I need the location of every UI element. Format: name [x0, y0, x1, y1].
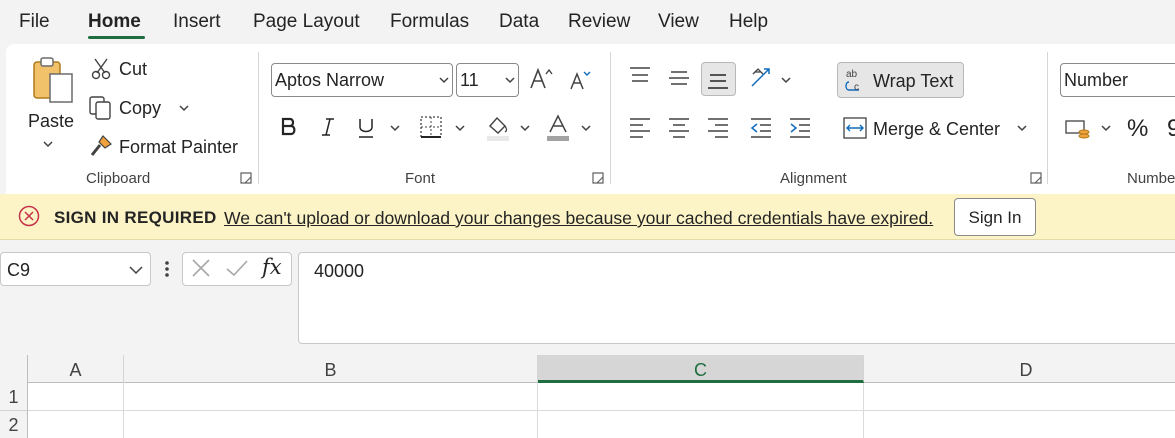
column-header-d[interactable]: D	[864, 355, 1175, 383]
font-family-select[interactable]: Aptos Narrow	[271, 63, 453, 97]
format-painter-button[interactable]: Format Painter	[119, 137, 238, 158]
italic-icon[interactable]	[320, 117, 336, 137]
decrease-font-size-icon[interactable]	[569, 68, 593, 92]
name-box-value: C9	[7, 260, 31, 280]
tab-home[interactable]: Home	[88, 11, 141, 33]
align-right-icon[interactable]	[706, 117, 730, 139]
merge-center-button[interactable]: Merge & Center	[873, 119, 1000, 140]
formula-value: 40000	[314, 261, 365, 281]
tab-help[interactable]: Help	[729, 11, 768, 33]
accounting-format-icon[interactable]	[1064, 117, 1092, 141]
cut-icon	[91, 58, 111, 80]
error-icon	[18, 205, 40, 227]
clipboard-group-label: Clipboard	[86, 170, 151, 187]
chevron-down-icon[interactable]	[1101, 123, 1111, 133]
cell-d1[interactable]	[864, 383, 1175, 411]
svg-text:c: c	[854, 82, 859, 92]
cell-b2[interactable]	[124, 411, 538, 438]
group-divider	[258, 52, 259, 184]
cell-d2[interactable]	[864, 411, 1175, 438]
chevron-down-icon[interactable]	[43, 139, 53, 149]
top-align-icon[interactable]	[628, 66, 652, 86]
chevron-down-icon[interactable]	[781, 75, 791, 85]
insert-function-button[interactable]: fx	[262, 255, 282, 279]
formula-input[interactable]: 40000	[298, 252, 1175, 344]
active-tab-indicator	[88, 36, 145, 39]
svg-text:ab: ab	[846, 69, 858, 80]
cell-a2[interactable]	[28, 411, 124, 438]
increase-font-size-icon[interactable]	[529, 66, 555, 92]
notification-message-link[interactable]: We can't upload or download your changes…	[224, 208, 933, 229]
cell-c1[interactable]	[538, 383, 864, 411]
percent-style-button[interactable]: %	[1127, 115, 1148, 143]
copy-icon	[89, 96, 111, 120]
more-options-icon[interactable]	[163, 259, 171, 279]
copy-button[interactable]: Copy	[119, 98, 161, 119]
cut-button[interactable]: Cut	[119, 59, 147, 80]
increase-indent-icon[interactable]	[788, 117, 812, 139]
merge-center-icon	[843, 117, 867, 139]
paste-button[interactable]: Paste	[28, 111, 74, 132]
tab-insert[interactable]: Insert	[173, 11, 221, 33]
chevron-down-icon	[439, 77, 449, 84]
dialog-launcher-icon[interactable]	[1030, 172, 1042, 184]
underline-icon[interactable]	[357, 117, 375, 139]
dialog-launcher-icon[interactable]	[240, 172, 252, 184]
sign-in-button[interactable]: Sign In	[954, 198, 1036, 236]
chevron-down-icon[interactable]	[179, 103, 189, 113]
font-family-value: Aptos Narrow	[275, 70, 385, 90]
font-color-icon[interactable]	[545, 114, 571, 142]
group-divider	[1047, 52, 1048, 184]
align-left-icon[interactable]	[628, 117, 652, 139]
column-header-b[interactable]: B	[124, 355, 538, 383]
bold-icon[interactable]	[280, 117, 298, 137]
chevron-down-icon	[505, 77, 515, 84]
wrap-text-label: Wrap Text	[873, 71, 954, 91]
alignment-group-label: Alignment	[780, 170, 847, 187]
row-header-2[interactable]: 2	[0, 411, 28, 438]
chevron-down-icon[interactable]	[129, 265, 143, 275]
cancel-icon[interactable]	[190, 259, 212, 279]
paste-icon[interactable]	[30, 56, 76, 106]
cell-c2[interactable]	[538, 411, 864, 438]
format-painter-icon	[90, 135, 112, 156]
tab-page-layout[interactable]: Page Layout	[253, 11, 360, 33]
font-group-label: Font	[405, 170, 436, 187]
group-divider	[610, 52, 611, 184]
align-center-icon[interactable]	[667, 117, 691, 139]
wrap-text-icon: ab c	[845, 69, 859, 92]
chevron-down-icon[interactable]	[581, 123, 591, 133]
dialog-launcher-icon[interactable]	[592, 172, 604, 184]
chevron-down-icon[interactable]	[520, 123, 530, 133]
number-format-select[interactable]: Number	[1060, 63, 1175, 97]
column-header-c[interactable]: C	[538, 355, 864, 383]
select-all-corner[interactable]	[0, 355, 28, 383]
tab-view[interactable]: View	[658, 11, 699, 33]
chevron-down-icon[interactable]	[390, 123, 400, 133]
tab-file[interactable]: File	[19, 11, 50, 33]
font-size-value: 11	[460, 70, 479, 90]
bottom-align-icon	[708, 74, 728, 89]
comma-style-button[interactable]: 9	[1167, 115, 1175, 143]
tab-review[interactable]: Review	[568, 11, 630, 33]
chevron-down-icon[interactable]	[455, 123, 465, 133]
number-group-label: Numbe	[1127, 170, 1175, 187]
orientation-icon[interactable]	[749, 66, 775, 92]
cell-b1[interactable]	[124, 383, 538, 411]
column-header-a[interactable]: A	[28, 355, 124, 383]
decrease-indent-icon[interactable]	[749, 117, 773, 139]
row-header-1[interactable]: 1	[0, 383, 28, 411]
number-format-value: Number	[1064, 70, 1129, 90]
notification-title: SIGN IN REQUIRED	[54, 208, 217, 227]
middle-align-icon[interactable]	[667, 68, 691, 88]
ribbon-tab-bar: File Home Insert Page Layout Formulas Da…	[0, 0, 1175, 46]
cell-a1[interactable]	[28, 383, 124, 411]
tab-formulas[interactable]: Formulas	[390, 11, 469, 33]
fill-color-icon[interactable]	[485, 114, 511, 142]
borders-icon[interactable]	[419, 115, 443, 139]
tab-data[interactable]: Data	[499, 11, 539, 33]
enter-check-icon[interactable]	[225, 259, 249, 279]
chevron-down-icon[interactable]	[1017, 123, 1027, 133]
